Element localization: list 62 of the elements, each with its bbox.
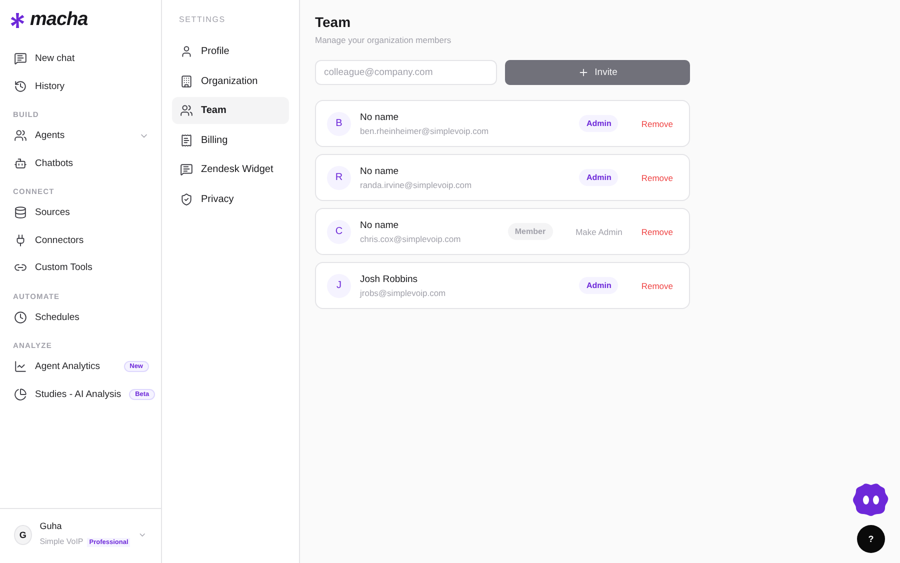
history-icon bbox=[14, 80, 27, 93]
remove-button[interactable]: Remove bbox=[639, 224, 675, 238]
logo-icon bbox=[10, 12, 25, 28]
remove-button[interactable]: Remove bbox=[639, 116, 675, 130]
users-icon bbox=[180, 104, 193, 117]
user-avatar: G bbox=[14, 525, 32, 545]
brand-name: macha bbox=[30, 9, 88, 31]
sidebar-item[interactable]: Agents bbox=[0, 122, 161, 150]
bot-icon bbox=[14, 156, 27, 170]
role-badge: Admin bbox=[579, 169, 618, 186]
sidebar-item[interactable]: Custom Tools bbox=[0, 254, 161, 282]
settings-nav-item[interactable]: Team bbox=[172, 97, 289, 124]
receipt-icon bbox=[180, 134, 193, 146]
member-email: jrobs@simplevoip.com bbox=[360, 288, 447, 298]
member-email: ben.rheinheimer@simplevoip.com bbox=[360, 126, 490, 136]
pie-icon bbox=[14, 388, 27, 401]
settings-nav-item[interactable]: Zendesk Widget bbox=[172, 156, 289, 183]
chat-widget-icon[interactable] bbox=[853, 483, 889, 517]
settings-nav-item[interactable]: Organization bbox=[172, 68, 289, 94]
role-badge: Admin bbox=[579, 277, 618, 294]
sidebar-item[interactable]: New chat bbox=[0, 45, 161, 72]
plug-icon bbox=[14, 234, 27, 247]
chart-icon bbox=[14, 360, 27, 374]
users-icon bbox=[14, 129, 27, 142]
sidebar-item[interactable]: Connectors bbox=[0, 226, 161, 254]
remove-button[interactable]: Remove bbox=[639, 170, 675, 184]
sidebar-item[interactable]: History bbox=[0, 72, 161, 100]
email-field[interactable]: colleague@company.com bbox=[315, 60, 497, 85]
member-avatar: J bbox=[327, 274, 351, 298]
member-avatar: C bbox=[327, 220, 351, 244]
page-subtitle: Manage your organization members bbox=[315, 35, 452, 45]
clock-icon bbox=[14, 310, 27, 324]
user-name: Guha bbox=[40, 521, 63, 531]
help-button[interactable]: ? bbox=[857, 525, 885, 553]
settings-nav-item[interactable]: Profile bbox=[172, 38, 289, 65]
user-icon bbox=[180, 45, 193, 58]
role-badge: Member bbox=[508, 223, 553, 240]
sidebar-item[interactable]: Schedules bbox=[0, 304, 161, 331]
settings-nav-item[interactable]: Billing bbox=[172, 126, 289, 154]
database-icon bbox=[14, 206, 27, 220]
member-email: randa.irvine@simplevoip.com bbox=[360, 180, 473, 190]
plus-icon bbox=[578, 67, 589, 78]
section-title: SETTINGS bbox=[178, 14, 226, 26]
page-title: Team bbox=[315, 14, 352, 30]
member-avatar: R bbox=[327, 166, 351, 190]
building-icon bbox=[180, 74, 193, 88]
member-email: chris.cox@simplevoip.com bbox=[360, 234, 462, 244]
member-name: Josh Robbins bbox=[360, 274, 419, 284]
chat-icon bbox=[14, 52, 27, 66]
member-name: No name bbox=[360, 220, 400, 230]
organization-name: Simple VoIP bbox=[40, 537, 84, 546]
shield-icon bbox=[180, 192, 193, 206]
chat-icon bbox=[180, 163, 193, 176]
sidebar-item[interactable]: Chatbots bbox=[0, 150, 161, 177]
sidebar-item[interactable]: Sources bbox=[0, 199, 161, 226]
member-avatar: B bbox=[327, 112, 351, 136]
settings-nav-item[interactable]: Privacy bbox=[172, 186, 289, 212]
member-name: No name bbox=[360, 112, 400, 122]
invite-button[interactable]: Invite bbox=[505, 60, 690, 85]
remove-button[interactable]: Remove bbox=[639, 278, 675, 292]
member-name: No name bbox=[360, 166, 400, 176]
role-badge: Admin bbox=[579, 115, 618, 132]
